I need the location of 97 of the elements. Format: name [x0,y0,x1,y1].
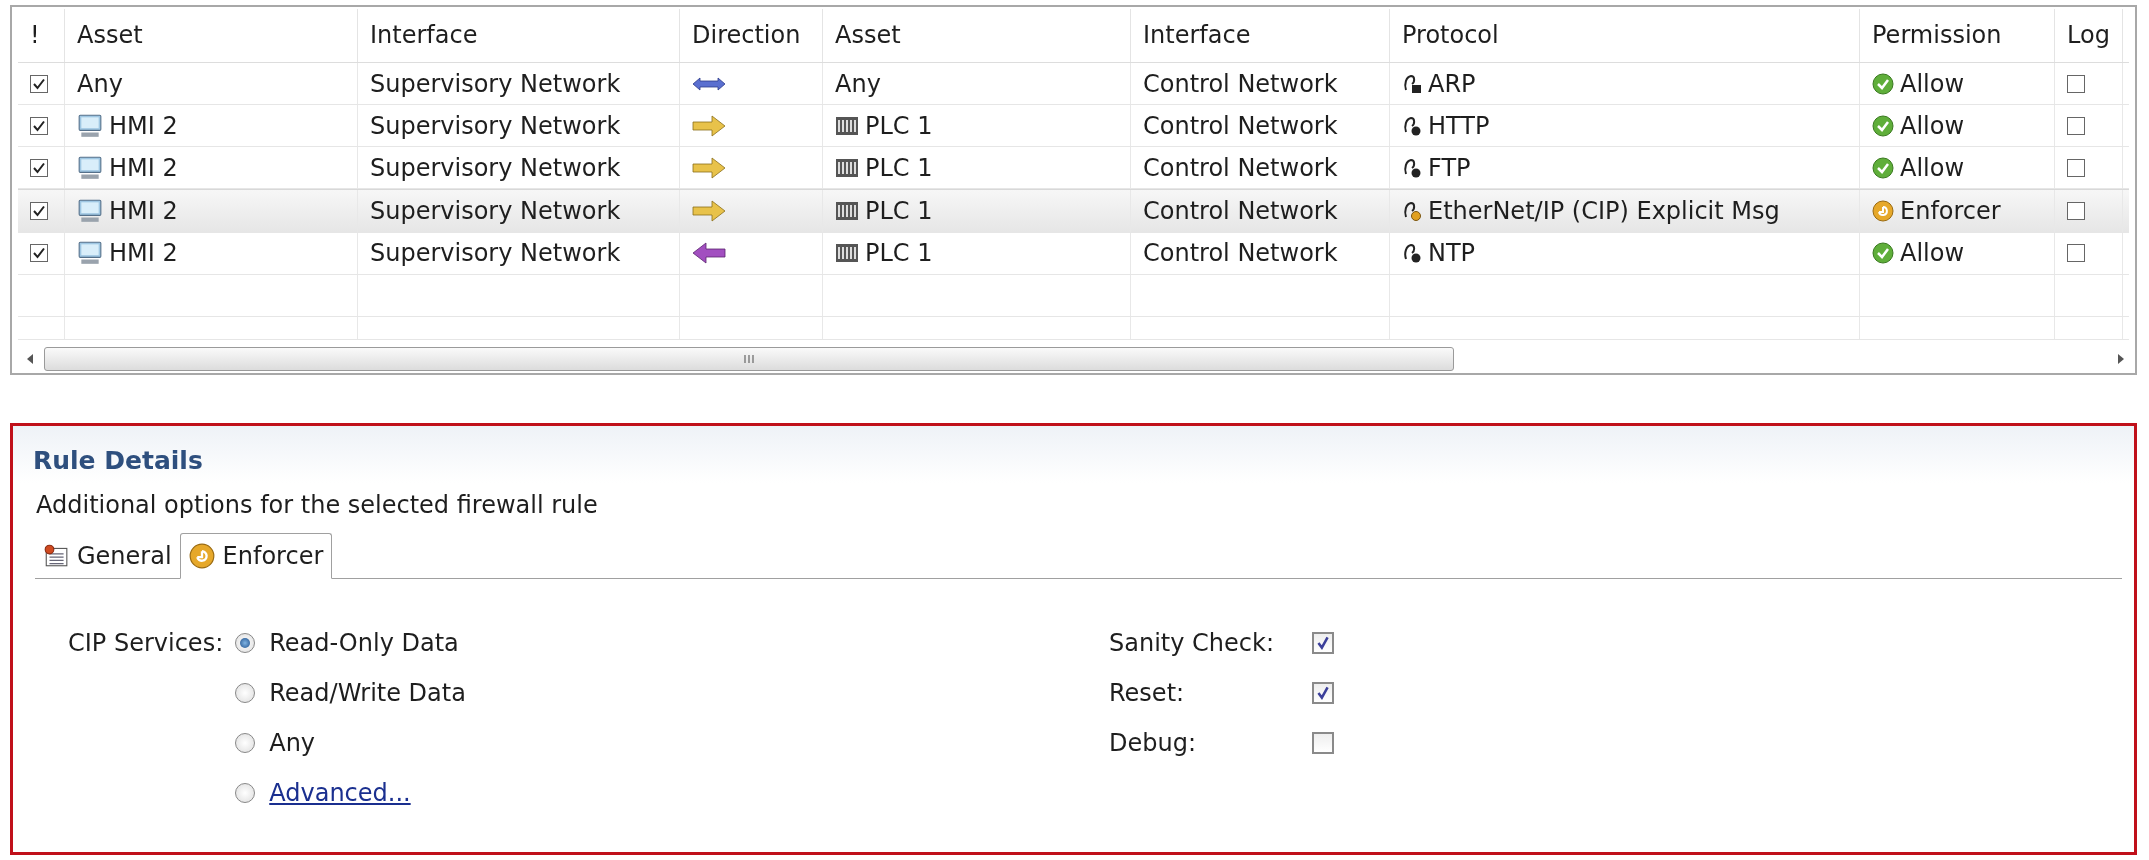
table-row[interactable]: HMI 2 Supervisory Network PLC 1 Control Network HTTP Allow [18,105,2129,148]
double-arrow-icon [692,75,726,92]
option-label: Reset: [1109,679,1186,707]
radio-button[interactable] [235,683,256,703]
checkbox[interactable] [2067,158,2085,177]
table-row[interactable]: HMI 2 Supervisory Network PLC 1 Control Network NTP Allow [18,232,2129,275]
asset-name: HMI 2 [109,239,178,268]
asset-name: PLC 1 [865,239,933,268]
monitor-icon [77,112,103,139]
tab[interactable]: General [35,533,180,579]
interface-name: Control Network [1143,197,1338,226]
check-circle-icon [1872,156,1894,179]
document-icon [43,543,69,568]
option-label: Any [269,729,316,757]
checkbox[interactable] [2067,116,2085,135]
interface-name: Control Network [1143,239,1338,268]
option-label: Sanity Check: [1109,629,1275,657]
protocol-name: EtherNet/IP (CIP) Explicit Msg [1428,197,1780,226]
protocol-name: HTTP [1428,111,1490,140]
column-header[interactable]: Asset [65,9,358,62]
monitor-icon [77,240,103,267]
asset-name: PLC 1 [865,111,933,140]
protocol-name: NTP [1428,239,1476,268]
enforcer-icon [1872,200,1894,223]
column-header[interactable]: Asset [823,9,1131,62]
interface-name: Control Network [1143,153,1338,182]
cip-services-label: CIP Services: [68,628,224,659]
check-circle-icon [1872,114,1894,137]
panel-description: Additional options for the selected firewall rule [35,490,599,521]
column-header[interactable]: Log [2055,9,2123,62]
asset-name: HMI 2 [109,153,178,182]
asset-name: PLC 1 [865,153,933,182]
checkbox[interactable] [2067,74,2085,93]
asset-name: PLC 1 [865,197,933,226]
right-arrow-icon [692,156,726,179]
interface-name: Supervisory Network [370,239,621,268]
interface-name: Supervisory Network [370,111,621,140]
interface-name: Supervisory Network [370,69,621,98]
right-arrow-icon [692,114,726,137]
permission-label: Allow [1900,153,1965,182]
permission-label: Enforcer [1900,197,2001,226]
table-row[interactable]: Any Supervisory Network Any Control Network ARP Allow [18,62,2129,106]
interface-name: Control Network [1143,111,1338,140]
permission-label: Allow [1900,69,1965,98]
scrollbar-thumb[interactable] [44,347,1454,372]
radio-button[interactable] [235,633,256,653]
scroll-left-icon[interactable] [26,354,34,365]
column-header[interactable]: Permission [1860,9,2055,62]
protocol-icon [1402,201,1422,222]
checkmark-icon [1315,635,1331,651]
check-circle-icon [1872,242,1894,265]
column-header[interactable]: ! [18,9,65,62]
option-label: Debug: [1109,729,1197,757]
check-circle-icon [1872,72,1894,95]
left-arrow-icon [692,242,726,265]
interface-name: Supervisory Network [370,197,621,226]
scroll-right-icon[interactable] [2117,354,2125,365]
checkbox[interactable] [30,74,48,93]
enforcer-icon [188,543,215,569]
protocol-name: ARP [1428,69,1476,98]
radio-button[interactable] [235,733,256,753]
column-header[interactable]: Interface [358,9,680,62]
asset-name: HMI 2 [109,111,178,140]
protocol-icon [1402,243,1422,264]
column-header[interactable]: Protocol [1390,9,1860,62]
checkbox[interactable] [30,244,48,263]
option-label: Read-Only Data [269,629,459,657]
checkbox[interactable] [1312,682,1334,704]
monitor-icon [77,198,103,225]
advanced-link[interactable]: Advanced... [269,779,411,807]
protocol-icon [1402,157,1422,178]
monitor-icon [77,154,103,181]
permission-label: Allow [1900,239,1965,268]
checkbox[interactable] [2067,244,2085,263]
interface-name: Control Network [1143,69,1338,98]
asset-name: Any [835,69,881,98]
protocol-name: FTP [1428,153,1471,182]
radio-button[interactable] [235,783,256,803]
asset-name: Any [77,69,123,98]
protocol-icon [1402,115,1422,136]
column-header[interactable]: Direction [680,9,823,62]
checkmark-icon [1315,685,1331,701]
option-label: Read/Write Data [269,679,466,707]
interface-name: Supervisory Network [370,153,621,182]
checkbox[interactable] [1312,632,1334,654]
checkbox[interactable] [1312,732,1334,754]
column-header[interactable]: Interface [1131,9,1390,62]
checkbox[interactable] [30,158,48,177]
table-row[interactable]: HMI 2 Supervisory Network PLC 1 Control Network EtherNet/IP (CIP) Explicit Msg Enforcer [18,189,2129,233]
tab[interactable]: Enforcer [179,533,333,579]
permission-label: Allow [1900,111,1965,140]
right-arrow-icon [692,200,726,223]
checkbox[interactable] [2067,202,2085,221]
asset-name: HMI 2 [109,197,178,226]
checkbox[interactable] [30,116,48,135]
protocol-icon [1402,73,1422,94]
checkbox[interactable] [30,202,48,221]
